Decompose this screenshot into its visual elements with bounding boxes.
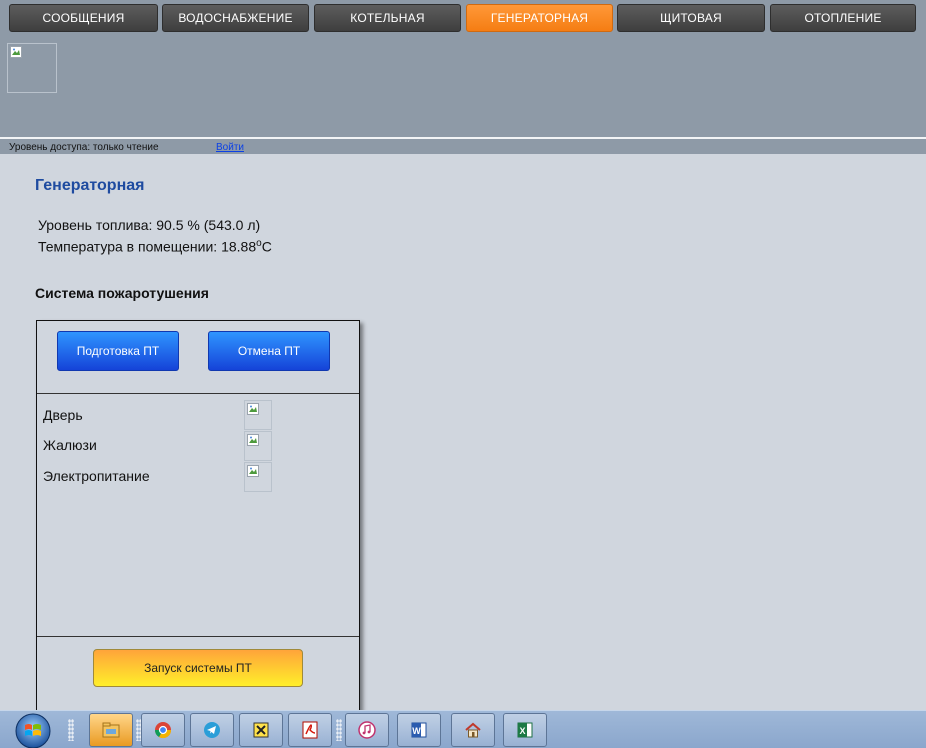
taskbar-itunes[interactable] [345,713,389,747]
app-puzzle-icon [253,722,269,738]
taskbar: W X [0,710,926,748]
taskbar-grip [68,719,74,741]
status-indicator-door [244,400,272,430]
taskbar-home[interactable] [451,713,495,747]
broken-image-icon [10,46,22,58]
tab-otoplenie[interactable]: ОТОПЛЕНИЕ [770,4,916,32]
room-temperature: Температура в помещении: 18.88oC [38,238,272,255]
svg-text:X: X [519,726,525,736]
panel-divider-bottom [37,636,359,637]
tab-soobshcheniya[interactable]: СООБЩЕНИЯ [9,4,158,32]
home-icon [465,722,481,738]
access-bar: Уровень доступа: только чтение Войти [0,137,926,154]
status-label-door: Дверь [43,407,83,423]
broken-image-icon [247,434,259,446]
broken-image-icon [247,465,259,477]
taskbar-pdf[interactable] [288,713,332,747]
launch-fire-system-button[interactable]: Запуск системы ПТ [93,649,303,687]
status-label-power: Электропитание [43,468,150,484]
windows-logo-icon [15,713,51,748]
tab-shchitovaya[interactable]: ЩИТОВАЯ [617,4,765,32]
telegram-icon [204,722,220,738]
panel-divider-top [37,393,359,394]
excel-icon: X [517,722,533,738]
header: СООБЩЕНИЯ ВОДОСНАБЖЕНИЕ КОТЕЛЬНАЯ ГЕНЕРА… [0,0,926,137]
word-icon: W [411,722,427,738]
file-explorer-icon [102,722,120,738]
temperature-unit: C [261,238,272,255]
prepare-button[interactable]: Подготовка ПТ [57,331,179,371]
taskbar-chrome[interactable] [141,713,185,747]
page: СООБЩЕНИЯ ВОДОСНАБЖЕНИЕ КОТЕЛЬНАЯ ГЕНЕРА… [0,0,926,748]
taskbar-word[interactable]: W [397,713,441,747]
fire-system-panel: Подготовка ПТ Отмена ПТ Дверь Жалюзи Эле… [36,320,360,712]
chrome-icon [154,722,172,739]
taskbar-app[interactable] [239,713,283,747]
status-indicator-blinds [244,431,272,461]
taskbar-telegram[interactable] [190,713,234,747]
itunes-icon [358,721,376,739]
tab-kotelnaya[interactable]: КОТЕЛЬНАЯ [314,4,461,32]
taskbar-explorer[interactable] [89,713,133,747]
broken-image-icon [247,403,259,415]
taskbar-excel[interactable]: X [503,713,547,747]
taskbar-grip [336,719,342,741]
temperature-value: Температура в помещении: 18.88 [38,238,257,255]
fire-system-title: Система пожаротушения [35,285,209,301]
status-indicator-power [244,462,272,492]
pdf-reader-icon [302,721,318,739]
status-label-blinds: Жалюзи [43,437,97,453]
page-title: Генераторная [35,177,145,194]
logo-image [7,43,57,93]
tab-vodosnabzhenie[interactable]: ВОДОСНАБЖЕНИЕ [162,4,309,32]
start-button[interactable] [8,711,58,748]
tab-generatornaya[interactable]: ГЕНЕРАТОРНАЯ [466,4,613,32]
access-level-text: Уровень доступа: только чтение [9,142,159,153]
fuel-level: Уровень топлива: 90.5 % (543.0 л) [38,217,261,233]
svg-text:W: W [412,726,421,736]
login-link[interactable]: Войти [216,142,244,153]
cancel-button[interactable]: Отмена ПТ [208,331,330,371]
